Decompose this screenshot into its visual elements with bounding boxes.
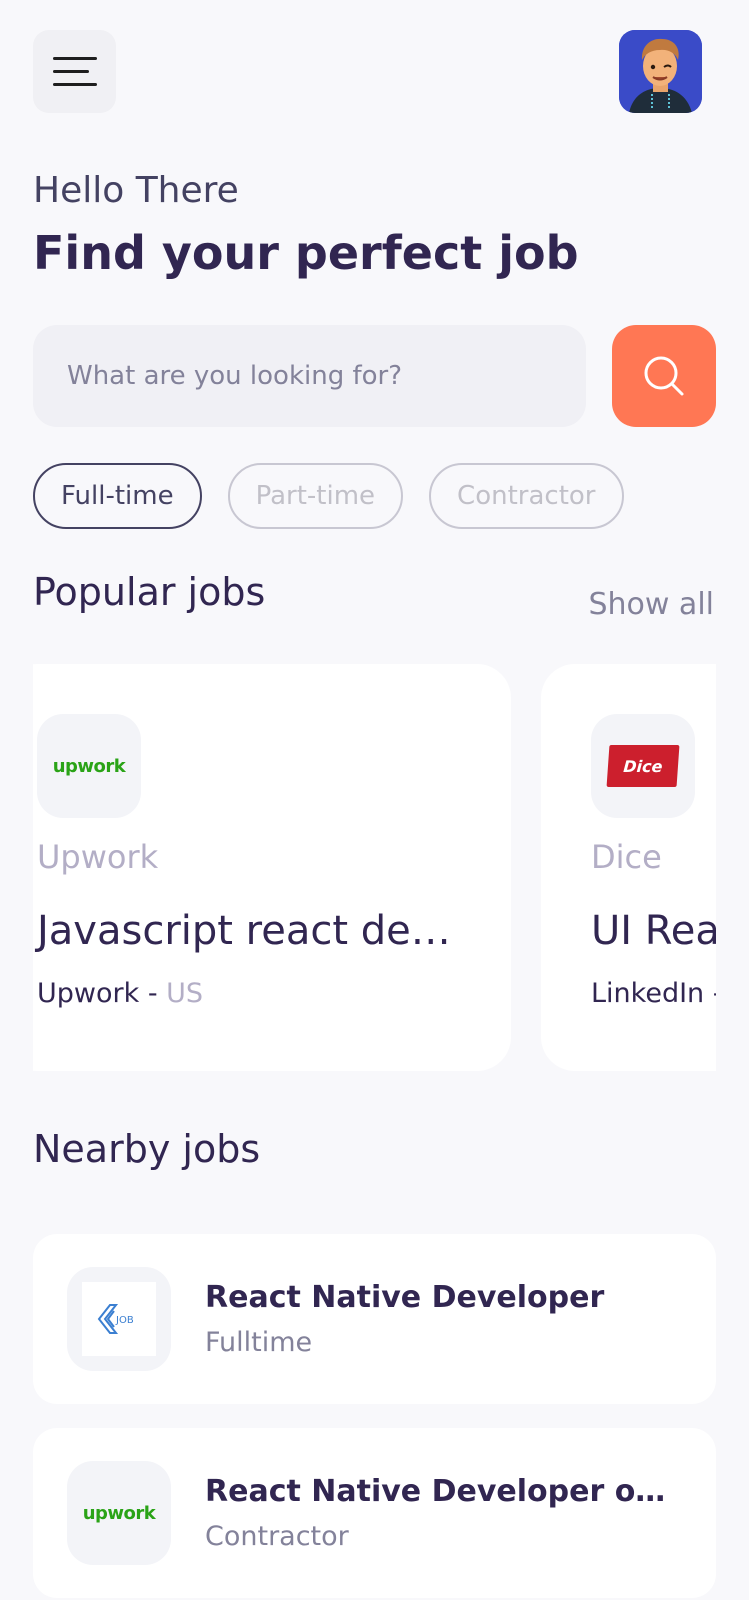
- company-name: Upwork: [37, 838, 159, 876]
- company-logo: upwork: [67, 1461, 171, 1565]
- job-publisher: LinkedIn: [591, 978, 705, 1009]
- hamburger-menu-icon-line: [52, 83, 97, 86]
- tab-part-time[interactable]: Part-time: [227, 463, 404, 529]
- company-name: Dice: [591, 838, 662, 876]
- top-bar: [33, 30, 702, 113]
- greeting-text: Hello There: [33, 170, 239, 211]
- separator: -: [704, 978, 716, 1009]
- search-box: [33, 325, 586, 427]
- job-publisher-location: LinkedIn -: [591, 978, 716, 1009]
- job-title: UI Reac: [591, 908, 716, 954]
- search-icon: [644, 356, 684, 396]
- company-logo: JOB: [67, 1267, 171, 1371]
- popular-job-card[interactable]: upwork Upwork Javascript react de… Upwor…: [33, 664, 511, 1071]
- nearby-job-info: React Native Developer Fulltime: [205, 1280, 604, 1358]
- separator: -: [139, 978, 167, 1009]
- job-logo-icon: JOB: [82, 1282, 156, 1356]
- popular-jobs-carousel[interactable]: upwork Upwork Javascript react de… Upwor…: [33, 664, 716, 1074]
- search-input[interactable]: [67, 361, 586, 391]
- nearby-job-title: React Native Developer: [205, 1280, 605, 1315]
- page-headline: Find your perfect job: [33, 226, 579, 280]
- search-button[interactable]: [612, 325, 716, 427]
- svg-text:JOB: JOB: [115, 1315, 134, 1326]
- nearby-job-card[interactable]: upwork React Native Developer o… Contrac…: [33, 1428, 716, 1598]
- job-publisher: Upwork: [37, 978, 140, 1009]
- profile-avatar[interactable]: [619, 30, 702, 113]
- nearby-jobs-title: Nearby jobs: [33, 1127, 261, 1171]
- job-publisher-location: Upwork - US: [37, 978, 511, 1009]
- nearby-job-info: React Native Developer o… Contractor: [205, 1474, 665, 1552]
- upwork-logo-icon: upwork: [82, 1502, 156, 1524]
- job-type-tabs: Full-time Part-time Contractor: [33, 463, 624, 529]
- hamburger-menu-icon-line: [53, 70, 89, 73]
- job-location: US: [166, 978, 204, 1009]
- job-title: Javascript react de…: [37, 908, 451, 954]
- popular-job-card[interactable]: Dice Dice UI Reac LinkedIn -: [541, 664, 716, 1071]
- popular-jobs-title: Popular jobs: [33, 570, 266, 614]
- tab-full-time[interactable]: Full-time: [33, 463, 202, 529]
- tab-contractor[interactable]: Contractor: [429, 463, 624, 529]
- show-all-link[interactable]: Show all: [588, 587, 714, 622]
- nearby-job-title: React Native Developer o…: [205, 1474, 666, 1509]
- upwork-logo-icon: upwork: [52, 755, 126, 777]
- user-avatar-icon: [619, 30, 702, 113]
- company-logo: Dice: [591, 714, 695, 818]
- hamburger-menu-icon-line: [52, 57, 97, 60]
- nearby-job-card[interactable]: JOB React Native Developer Fulltime: [33, 1234, 716, 1404]
- company-logo: upwork: [37, 714, 141, 818]
- menu-button[interactable]: [33, 30, 116, 113]
- nearby-job-type: Fulltime: [205, 1327, 313, 1358]
- dice-logo-icon: Dice: [606, 745, 680, 787]
- nearby-job-type: Contractor: [205, 1521, 349, 1552]
